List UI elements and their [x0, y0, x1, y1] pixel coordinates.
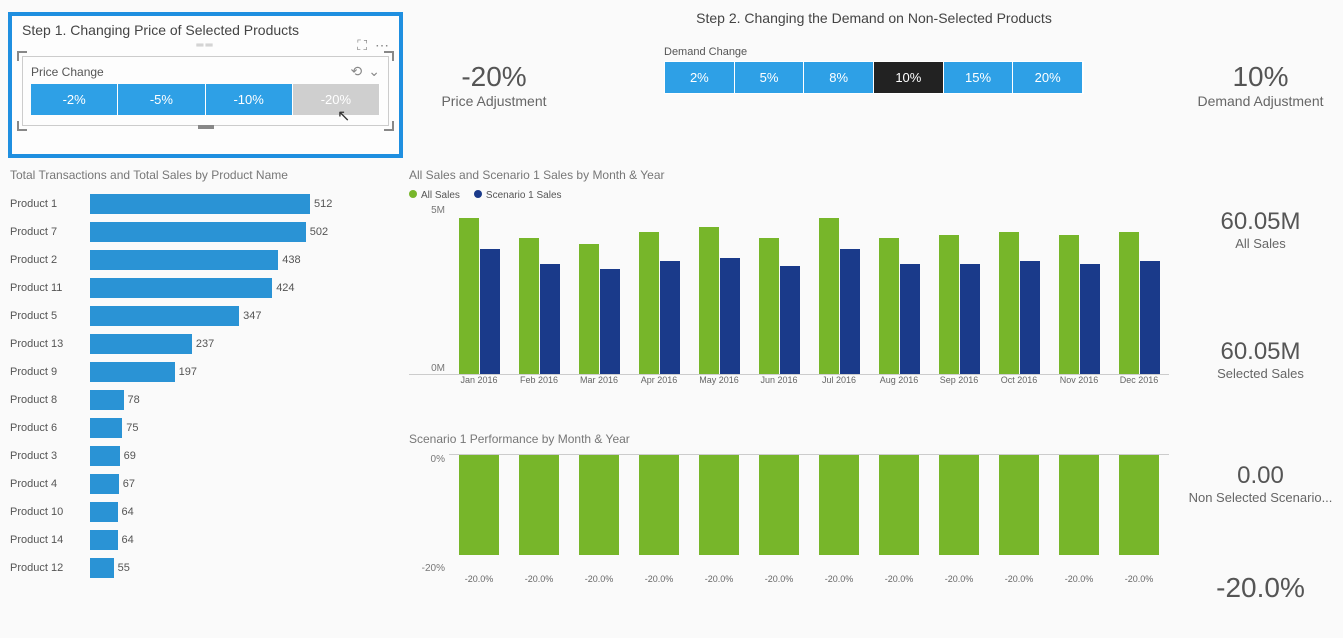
legend-all-sales: All Sales	[409, 190, 460, 201]
demand-option-button[interactable]: 15%	[944, 62, 1014, 93]
month-column-group	[1119, 232, 1160, 374]
month-column-group	[579, 244, 620, 374]
perf-bar	[879, 455, 919, 555]
month-column-group	[939, 235, 980, 374]
month-column-group	[639, 232, 680, 374]
perf-bar	[939, 455, 979, 555]
clear-filter-icon[interactable]: ⟲	[351, 63, 363, 80]
product-bar-chart: Total Transactions and Total Sales by Pr…	[10, 164, 405, 638]
non-selected-scenario-kpi: 0.00 Non Selected Scenario...	[1173, 462, 1343, 505]
price-option-button[interactable]: -20%	[293, 84, 380, 115]
product-bar-row: Product 1064	[10, 498, 405, 526]
product-bar-row: Product 13237	[10, 330, 405, 358]
month-column-group	[519, 238, 560, 374]
product-bar-row: Product 7502	[10, 218, 405, 246]
price-change-slicer: Price Change ⟲ ⌄ -2%-5%-10%-20%	[22, 56, 389, 126]
perf-bar	[1119, 455, 1159, 555]
product-bar-row: Product 1512	[10, 190, 405, 218]
perf-bar	[579, 455, 619, 555]
month-column-group	[999, 232, 1040, 374]
sales-column-chart: All Sales and Scenario 1 Sales by Month …	[409, 164, 1169, 424]
demand-option-button[interactable]: 8%	[804, 62, 874, 93]
demand-option-button[interactable]: 2%	[665, 62, 735, 93]
perf-bar	[819, 455, 859, 555]
perf-bar	[699, 455, 739, 555]
scenario-performance-chart: Scenario 1 Performance by Month & Year 0…	[409, 428, 1169, 638]
product-bar-row: Product 675	[10, 414, 405, 442]
price-slicer-label: Price Change	[31, 65, 104, 79]
all-sales-kpi: 60.05M All Sales	[1173, 208, 1343, 251]
demand-option-button[interactable]: 20%	[1013, 62, 1083, 93]
product-chart-title: Total Transactions and Total Sales by Pr…	[10, 168, 405, 182]
month-column-group	[459, 218, 500, 374]
month-column-group	[699, 227, 740, 374]
perf-bar	[639, 455, 679, 555]
product-bar-row: Product 2438	[10, 246, 405, 274]
selected-sales-kpi: 60.05M Selected Sales	[1173, 338, 1343, 381]
product-bar-row: Product 1464	[10, 526, 405, 554]
price-option-button[interactable]: -5%	[118, 84, 205, 115]
legend-scenario-sales: Scenario 1 Sales	[474, 190, 562, 201]
month-column-group	[759, 238, 800, 374]
demand-option-button[interactable]: 5%	[735, 62, 805, 93]
price-option-button[interactable]: -10%	[206, 84, 293, 115]
step2-title: Step 2. Changing the Demand on Non-Selec…	[579, 10, 1169, 26]
month-column-group	[1059, 235, 1100, 374]
demand-option-button[interactable]: 10%	[874, 62, 944, 93]
demand-slicer-label: Demand Change	[664, 46, 1084, 58]
perf-bar	[519, 455, 559, 555]
perf-bar	[759, 455, 799, 555]
month-column-group	[879, 238, 920, 374]
product-bar-row: Product 5347	[10, 302, 405, 330]
perf-bar	[1059, 455, 1099, 555]
step1-panel: Step 1. Changing Price of Selected Produ…	[10, 10, 405, 160]
product-bar-row: Product 369	[10, 442, 405, 470]
product-bar-row: Product 467	[10, 470, 405, 498]
chevron-down-icon[interactable]: ⌄	[368, 63, 380, 80]
demand-adjustment-kpi: 10% Demand Adjustment	[1173, 10, 1343, 160]
product-bar-row: Product 878	[10, 386, 405, 414]
product-bar-row: Product 11424	[10, 274, 405, 302]
yaxis: 5M0M	[409, 205, 449, 374]
product-bar-row: Product 9197	[10, 358, 405, 386]
step1-title: Step 1. Changing Price of Selected Produ…	[22, 22, 389, 38]
demand-change-slicer: Demand Change 2%5%8%10%15%20%	[664, 46, 1084, 94]
yaxis2: 0%-20%	[409, 454, 449, 574]
focus-mode-icon[interactable]: ⛶	[357, 37, 367, 54]
price-adjustment-kpi: -20% Price Adjustment	[409, 10, 579, 160]
price-option-button[interactable]: -2%	[31, 84, 118, 115]
perf-bar	[459, 455, 499, 555]
performance-kpi: -20.0%	[1173, 572, 1343, 604]
perf-bar	[999, 455, 1039, 555]
month-column-group	[819, 218, 860, 374]
product-bar-row: Product 1255	[10, 554, 405, 582]
